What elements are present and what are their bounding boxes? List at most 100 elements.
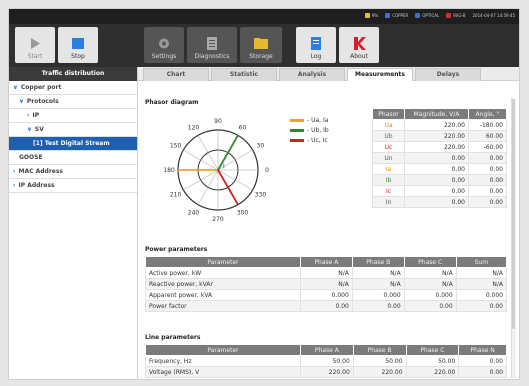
column-header: Parameter <box>145 256 301 268</box>
sidebar-tree: ∨ Copper port ∨ Protocols › IP ∨ SV [1] Test Dig… <box>9 81 137 193</box>
table-cell: Un <box>372 152 405 164</box>
toolbar: Start Stop Settings Diagnostics Storage … <box>9 24 519 67</box>
table-cell: Ib <box>372 174 405 186</box>
column-header: Angle, ° <box>467 108 508 120</box>
sidebar-item-label: [1] Test Digital Stream <box>33 140 110 147</box>
measurements-panel: Phasor diagram 90 60 30 0 330 300 270 240 210 180… <box>138 81 519 379</box>
status-item: COPPER <box>385 13 408 18</box>
table-cell: Reactive power, kVAr <box>145 278 301 290</box>
settings-button[interactable]: Settings <box>144 27 184 63</box>
table-header-row: Parameter Phase A Phase B Phase C Sum <box>145 256 508 268</box>
status-item: OPTICAL <box>415 13 439 18</box>
scrollbar-thumb[interactable] <box>512 99 515 329</box>
copper-port-icon <box>385 13 391 18</box>
legend-swatch <box>290 118 304 122</box>
sidebar-item-label: IP <box>32 112 40 119</box>
tab-measurements[interactable]: Measurements <box>347 68 413 81</box>
sidebar-item[interactable]: [1] Test Digital Stream <box>9 137 137 151</box>
about-button-label: About <box>350 53 368 60</box>
angle-label: 300 <box>237 209 249 216</box>
stop-button[interactable]: Stop <box>58 27 98 63</box>
column-header: Phase B <box>351 256 405 268</box>
legend-swatch <box>290 128 304 132</box>
angle-label: 330 <box>255 192 267 199</box>
tab-statistic[interactable]: Statistic <box>211 68 277 81</box>
sidebar-item[interactable]: ∨ Copper port <box>9 81 137 95</box>
table-cell: 0.000 <box>455 289 508 301</box>
diagnostics-button[interactable]: Diagnostics <box>187 27 237 63</box>
start-button-label: Start <box>27 53 43 60</box>
table-row: In 0.00 0.00 <box>372 196 508 208</box>
sidebar-item[interactable]: › IP <box>9 109 137 123</box>
tab-bar: Chart Statistic Analysis Measurements Delays <box>138 67 519 81</box>
table-row: Ub 220.00 60.00 <box>372 130 508 142</box>
table-cell: Ic <box>372 185 405 197</box>
stop-button-label: Stop <box>71 53 85 60</box>
table-header-row: Parameter Phase A Phase B Phase C Phase N <box>145 344 507 356</box>
legend-entry: - Ua, Ia <box>290 115 329 125</box>
chevron-right-icon: › <box>27 112 30 119</box>
table-row: Voltage (RMS), V 220.00 220.00 220.00 0.00 <box>145 366 507 378</box>
status-item: 9% <box>364 13 378 18</box>
sidebar-item-label: GOOSE <box>19 154 43 161</box>
table-row: Ua 220.00 -180.00 <box>372 119 508 131</box>
phasor-diagram: 9060300330300270240210180150120I <box>163 118 269 223</box>
power-parameters-title: Power parameters <box>145 246 208 253</box>
table-cell: 60.00 <box>467 130 508 142</box>
tab-delays[interactable]: Delays <box>415 68 481 81</box>
status-item: 2014-04-07 14:59:45 <box>473 13 515 18</box>
status-items: 9% COPPER OPTICAL IRIG-B 2014-04-07 14:59:45 <box>364 13 515 18</box>
angle-label: 180 <box>163 167 175 174</box>
legend-entry: - Uc, Ic <box>290 135 329 145</box>
storage-button-label: Storage <box>249 53 273 60</box>
chevron-right-icon: › <box>13 168 16 175</box>
sidebar: Traffic distribution ∨ Copper port ∨ Protoc… <box>9 67 138 379</box>
sidebar-item-label: Protocols <box>26 98 59 105</box>
table-cell: 0.00 <box>467 174 508 186</box>
irig-b-icon <box>446 13 452 18</box>
table-cell: 0.000 <box>351 289 405 301</box>
start-button[interactable]: Start <box>15 27 55 63</box>
sidebar-item-label: Copper port <box>20 84 62 91</box>
sidebar-item[interactable]: GOOSE <box>9 151 137 165</box>
table-cell: 0.00 <box>403 152 469 164</box>
table-cell: 50.00 <box>352 355 407 367</box>
column-header: Magnitude, V/A <box>403 108 469 120</box>
table-row: Ib 0.00 0.00 <box>372 174 508 186</box>
table-cell: 0.00 <box>403 196 469 208</box>
about-button[interactable]: About <box>339 27 379 63</box>
storage-button[interactable]: Storage <box>240 27 282 63</box>
table-cell: N/A <box>403 278 457 290</box>
table-cell: Ia <box>372 163 405 175</box>
battery-icon <box>364 13 370 18</box>
chevron-down-icon: ∨ <box>27 126 32 133</box>
table-cell: 0.000 <box>403 289 457 301</box>
table-cell: Ub <box>372 130 405 142</box>
angle-label: 240 <box>188 209 200 216</box>
log-button[interactable]: Log <box>296 27 336 63</box>
sidebar-item[interactable]: ∨ Protocols <box>9 95 137 109</box>
tab-chart[interactable]: Chart <box>143 68 209 81</box>
table-cell: 0.00 <box>300 300 353 312</box>
tab-analysis[interactable]: Analysis <box>279 68 345 81</box>
table-cell: 50.00 <box>405 355 460 367</box>
table-row: Active power, kW N/A N/A N/A N/A <box>145 267 508 279</box>
brand-logo-icon <box>354 37 366 50</box>
table-row: Uc 220.00 -60.00 <box>372 141 508 153</box>
table-cell: 220.00 <box>300 366 354 378</box>
table-cell: Uc <box>372 141 405 153</box>
table-cell: Apparent power, kVA <box>145 289 301 301</box>
app-window: 9% COPPER OPTICAL IRIG-B 2014-04-07 14:59:45… <box>8 8 520 380</box>
sidebar-item[interactable]: ∨ SV <box>9 123 137 137</box>
power-parameters-table: Parameter Phase A Phase B Phase C Sum Active … <box>145 256 508 312</box>
table-cell: 0.00 <box>403 163 469 175</box>
table-row: Un 0.00 0.00 <box>372 152 508 164</box>
diagnostics-button-label: Diagnostics <box>194 53 230 60</box>
sidebar-item[interactable]: › MAC Address <box>9 165 137 179</box>
table-cell: 0.00 <box>467 152 508 164</box>
legend-entry: - Ub, Ib <box>290 125 329 135</box>
phasor-diagram-title: Phasor diagram <box>145 99 199 106</box>
status-item-label: OPTICAL <box>422 13 440 18</box>
column-header: Phase A <box>300 344 354 356</box>
sidebar-item[interactable]: › IP Address <box>9 179 137 193</box>
